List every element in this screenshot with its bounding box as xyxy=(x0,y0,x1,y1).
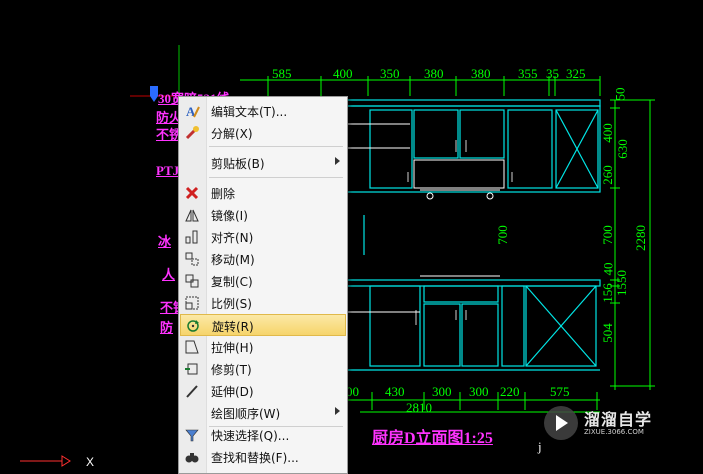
menu-item-explode[interactable]: 分解(X) xyxy=(180,122,346,144)
label-left-5: 人 xyxy=(162,267,176,282)
menu-item-extend[interactable]: 延伸(D) xyxy=(180,380,346,402)
label-left-4: 冰 xyxy=(158,234,172,249)
dim-top-7: 35 xyxy=(546,66,559,81)
dim-top-2: 400 xyxy=(333,66,353,81)
stretch-icon xyxy=(184,339,200,355)
dim-right-7: 504 xyxy=(599,323,615,343)
cabinet-elevation xyxy=(345,99,601,371)
dim-right-3: 260 xyxy=(599,165,615,185)
menu-item-move[interactable]: 移动(M) xyxy=(180,248,346,270)
drawing-title: 厨房D立面图1:25 xyxy=(372,430,493,447)
mirror-icon xyxy=(184,207,200,223)
move-icon xyxy=(184,251,200,267)
quick-select-icon xyxy=(184,427,200,443)
menu-item-delete[interactable]: 删除 xyxy=(180,182,346,204)
menu-item-stretch[interactable]: 拉伸(H) xyxy=(180,336,346,358)
extend-icon xyxy=(184,383,200,399)
ucs-arrow xyxy=(61,455,71,467)
watermark-logo: 溜溜自学 ZIXUE.3066.COM xyxy=(540,404,670,444)
play-triangle-icon xyxy=(556,415,568,431)
dim-center: 700 xyxy=(494,225,510,245)
watermark-text: 溜溜自学 xyxy=(584,410,653,429)
dim-bottom-5: 220 xyxy=(500,384,520,399)
menu-separator xyxy=(209,146,343,147)
dim-top-4: 380 xyxy=(424,66,444,81)
grip-marker xyxy=(150,86,158,102)
dim-bottom-2: 430 xyxy=(385,384,405,399)
label-left-3: PTJ xyxy=(156,163,180,178)
rotate-icon xyxy=(185,318,201,334)
dim-right-outer-1: 630 xyxy=(614,139,630,159)
menu-item-draw-order[interactable]: 绘图顺序(W) xyxy=(180,402,346,424)
dim-right-outer-3: 2280 xyxy=(633,225,648,251)
dim-top-8: 325 xyxy=(566,66,586,81)
dim-bottom-4: 300 xyxy=(469,384,489,399)
label-left-7: 防 xyxy=(160,320,174,335)
menu-item-edit-text[interactable]: A 编辑文本(T)... xyxy=(180,100,346,122)
align-icon xyxy=(184,229,200,245)
menu-item-scale[interactable]: 比例(S) xyxy=(180,292,346,314)
dim-right-6: 156 xyxy=(599,283,615,303)
menu-item-clipboard[interactable]: 剪贴板(B) xyxy=(180,152,346,174)
explode-icon xyxy=(184,125,200,141)
edit-text-icon: A xyxy=(184,103,200,119)
dim-bottom-total: 2810 xyxy=(406,400,432,415)
ucs-x-label: X xyxy=(86,455,94,469)
dim-top-6: 355 xyxy=(518,66,538,81)
copy-icon xyxy=(184,273,200,289)
dim-top-5: 380 xyxy=(471,66,491,81)
submenu-arrow-icon xyxy=(335,157,340,165)
dim-right-2: 400 xyxy=(599,123,615,143)
menu-separator xyxy=(209,177,343,178)
context-menu: A 编辑文本(T)... 分解(X) 剪贴板(B) 删除 镜像(I) 对齐(N)… xyxy=(178,96,348,474)
dim-bottom-3: 300 xyxy=(432,384,452,399)
watermark-url: ZIXUE.3066.COM xyxy=(584,428,644,436)
dim-top-1: 585 xyxy=(272,66,292,81)
menu-item-rotate[interactable]: 旋转(R) xyxy=(180,314,346,336)
leader-lines-white xyxy=(346,123,420,313)
submenu-arrow-icon xyxy=(335,407,340,415)
dim-right-1: 50 xyxy=(612,87,628,101)
menu-item-trim[interactable]: 修剪(T) xyxy=(180,358,346,380)
dim-right-4: 700 xyxy=(599,225,615,245)
menu-item-mirror[interactable]: 镜像(I) xyxy=(180,204,346,226)
dim-top-3: 350 xyxy=(380,66,400,81)
scale-icon xyxy=(184,295,200,311)
trim-icon xyxy=(184,361,200,377)
range-hood xyxy=(413,159,505,277)
find-replace-icon xyxy=(184,449,200,465)
menu-item-align[interactable]: 对齐(N) xyxy=(180,226,346,248)
menu-item-copy[interactable]: 复制(C) xyxy=(180,270,346,292)
dim-right-outer-2: 1550 xyxy=(614,270,629,296)
dim-bottom-6: 575 xyxy=(550,384,570,399)
delete-icon xyxy=(184,185,200,201)
menu-item-quick-select[interactable]: 快速选择(Q)... xyxy=(180,424,346,446)
menu-item-find-replace[interactable]: 查找和替换(F)... xyxy=(180,446,346,468)
